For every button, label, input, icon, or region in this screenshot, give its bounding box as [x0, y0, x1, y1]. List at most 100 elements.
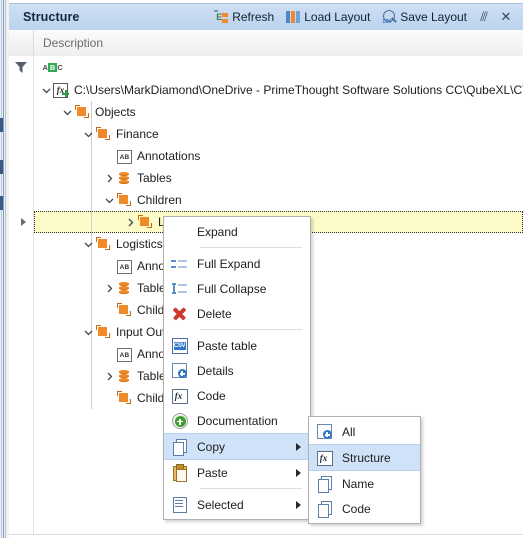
save-layout-label: Save Layout — [400, 10, 467, 24]
tree-expander[interactable] — [81, 237, 95, 251]
menu-item-delete[interactable]: Delete — [164, 301, 310, 326]
copy-icon — [309, 496, 339, 521]
object-icon — [116, 390, 132, 406]
grid-header-row: Description — [9, 30, 523, 57]
tree-node-label: Logistics — [116, 237, 163, 251]
tree-row[interactable]: AB Annotations — [9, 145, 523, 167]
context-menu[interactable]: Expand Full Expand Full Collapse Delete CSV P… — [163, 216, 311, 520]
tree-expander[interactable] — [81, 127, 95, 141]
menu-item-full-expand[interactable]: Full Expand — [164, 251, 310, 276]
close-icon[interactable]: ✕ — [495, 7, 517, 27]
submenu-arrow-icon — [296, 443, 301, 451]
tree-expander — [102, 259, 116, 273]
copy-icon — [309, 471, 339, 496]
full-expand-icon — [164, 251, 194, 276]
tree-row[interactable]: Finance — [9, 123, 523, 145]
object-icon — [95, 236, 111, 252]
tree-expander[interactable] — [60, 105, 74, 119]
tree-expander — [102, 391, 116, 405]
csv-icon: CSV — [164, 333, 194, 358]
menu-item-label: Copy — [197, 439, 226, 454]
menu-item-label: Details — [197, 363, 234, 378]
object-icon — [74, 104, 90, 120]
refresh-icon: E — [214, 9, 229, 25]
annotation-icon: AB — [116, 346, 132, 362]
tree-expander[interactable] — [102, 369, 116, 383]
menu-item-label: Code — [197, 388, 226, 403]
tables-icon — [116, 170, 132, 186]
tree-expander[interactable] — [123, 215, 137, 229]
tree-row[interactable]: Tables — [9, 167, 523, 189]
menu-item-full-collapse[interactable]: Full Collapse — [164, 276, 310, 301]
menu-item-label: Paste — [197, 465, 228, 480]
menu-item-label: Code — [342, 501, 371, 516]
tree-row[interactable]: fx C:\Users\MarkDiamond\OneDrive - PrimeT… — [9, 79, 523, 101]
filter-input-cell[interactable]: ABC — [34, 62, 523, 73]
menu-item-details[interactable]: Details — [164, 358, 310, 383]
submenu-arrow-icon — [296, 501, 301, 509]
tree-expander — [102, 149, 116, 163]
submenu-item-name[interactable]: Name — [309, 471, 420, 496]
panel-title: Structure — [23, 10, 80, 24]
structure-panel-window: Structure E Refresh Load Layout 100 Save… — [0, 0, 523, 538]
annotation-icon: AB — [116, 148, 132, 164]
filter-icon[interactable] — [9, 56, 34, 79]
menu-item-code[interactable]: fx Code — [164, 383, 310, 408]
documentation-icon — [164, 408, 194, 433]
tree-expander[interactable] — [102, 171, 116, 185]
paste-icon — [164, 460, 194, 485]
structure-panel: Structure E Refresh Load Layout 100 Save… — [9, 0, 523, 538]
object-icon — [137, 214, 153, 230]
menu-item-paste-table[interactable]: CSV Paste table — [164, 333, 310, 358]
menu-item-selected[interactable]: Selected — [164, 492, 310, 517]
tree-node-label: Tables — [137, 171, 172, 185]
copy-submenu[interactable]: All fx Structure Name Code — [308, 416, 421, 524]
tree-expander — [102, 347, 116, 361]
menu-item-paste[interactable]: Paste — [164, 460, 310, 485]
tree-node-label: Objects — [95, 105, 136, 119]
full-collapse-icon — [164, 276, 194, 301]
tree-expander[interactable] — [102, 281, 116, 295]
menu-item-documentation[interactable]: Documentation — [164, 408, 310, 433]
tree-node-label: Finance — [116, 127, 159, 141]
menu-item-label: Structure — [342, 450, 391, 465]
object-icon — [95, 324, 111, 340]
save-layout-button[interactable]: 100 Save Layout — [376, 8, 473, 27]
selected-icon — [164, 492, 194, 517]
panel-titlebar: Structure E Refresh Load Layout 100 Save… — [9, 3, 523, 31]
grid-corner-cell — [9, 30, 34, 56]
menu-item-label: Selected — [197, 497, 244, 512]
filter-mode-abc-icon[interactable]: ABC — [42, 62, 63, 73]
delete-icon — [164, 301, 194, 326]
dock-strip — [0, 0, 9, 538]
details-icon — [164, 358, 194, 383]
save-layout-icon: 100 — [382, 9, 398, 25]
pin-icon[interactable]: ⫻ — [473, 7, 495, 27]
filter-row: ABC — [9, 56, 523, 80]
tree-row[interactable]: Children — [9, 189, 523, 211]
tree-expander[interactable] — [39, 83, 53, 97]
titlebar-actions: E Refresh Load Layout 100 Save Layout ⫻ … — [208, 7, 523, 27]
submenu-arrow-icon — [296, 469, 301, 477]
refresh-button[interactable]: E Refresh — [208, 8, 280, 27]
annotation-icon: AB — [116, 258, 132, 274]
tree-node-label: C:\Users\MarkDiamond\OneDrive - PrimeTho… — [74, 83, 523, 97]
submenu-item-all[interactable]: All — [309, 419, 420, 444]
tree-row[interactable]: Objects — [9, 101, 523, 123]
copy-icon — [164, 434, 194, 459]
menu-item-label: Full Expand — [197, 256, 261, 271]
formula-add-icon: fx — [53, 82, 69, 98]
tree-expander[interactable] — [81, 325, 95, 339]
refresh-label: Refresh — [232, 10, 275, 24]
menu-item-copy[interactable]: Copy — [164, 433, 310, 460]
submenu-item-code[interactable]: Code — [309, 496, 420, 521]
object-icon — [116, 302, 132, 318]
column-header-description[interactable]: Description — [34, 30, 523, 56]
none — [164, 219, 194, 244]
submenu-item-structure[interactable]: fx Structure — [309, 444, 420, 471]
current-row-indicator — [21, 218, 26, 226]
load-layout-button[interactable]: Load Layout — [280, 8, 376, 27]
menu-item-expand[interactable]: Expand — [164, 219, 310, 244]
object-icon — [116, 192, 132, 208]
tree-expander[interactable] — [102, 193, 116, 207]
